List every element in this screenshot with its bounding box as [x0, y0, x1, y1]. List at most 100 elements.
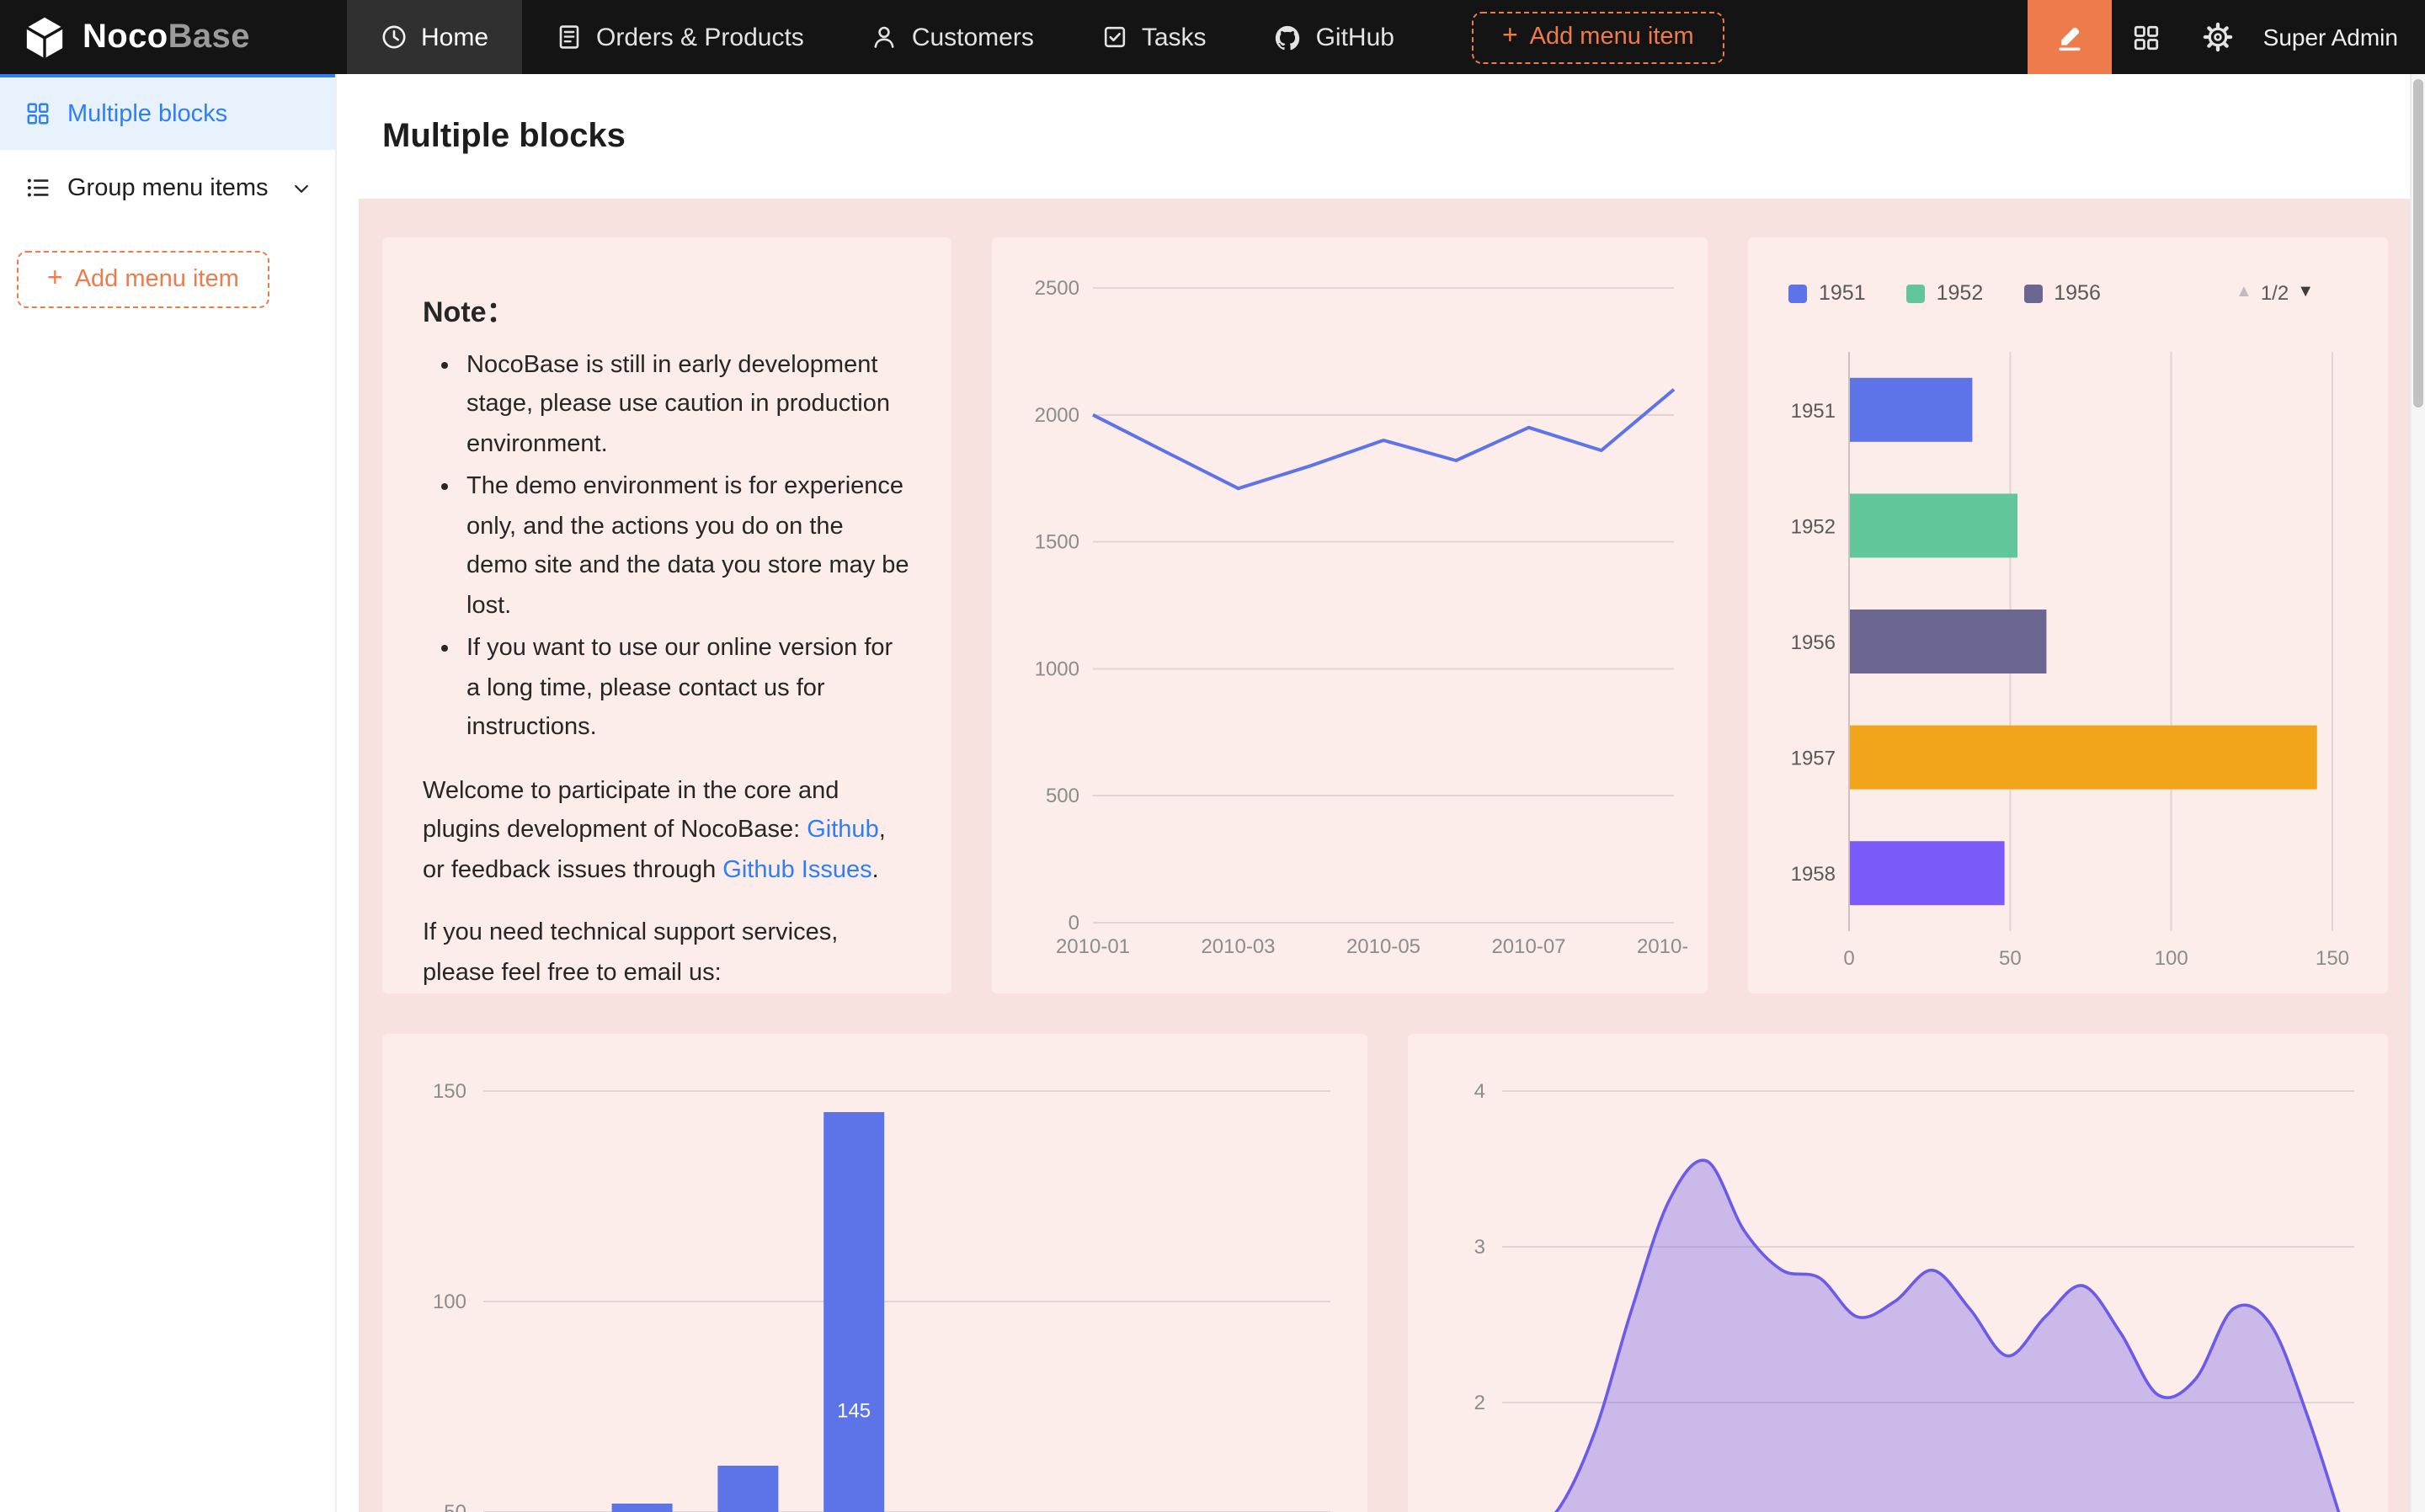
tick-label: 2500	[1035, 277, 1079, 300]
note-bullet: The demo environment is for experience o…	[466, 469, 911, 627]
bar	[612, 1504, 673, 1512]
hbar-legend-items: 1951 1952 1956	[1788, 281, 2101, 305]
area-fill	[1519, 1160, 2346, 1512]
tick-label: 2010-09	[1637, 935, 1687, 958]
sidebar-add-menu-item-button[interactable]: + Add menu item	[17, 251, 269, 308]
ui-editor-button[interactable]	[2028, 0, 2112, 74]
bar	[717, 1466, 778, 1512]
legend-item[interactable]: 1952	[1906, 281, 1984, 305]
add-menu-item-label: Add menu item	[75, 266, 239, 293]
appstore-grid-icon	[2133, 23, 2161, 51]
tick-label: 2010-05	[1346, 935, 1420, 958]
settings-button[interactable]	[2182, 0, 2253, 74]
tasks-check-icon	[1101, 24, 1128, 51]
orders-document-icon	[556, 24, 583, 51]
nav-item-customers[interactable]: Customers	[838, 0, 1068, 74]
nocobase-cube-icon	[22, 14, 67, 60]
tick-label: 1951	[1791, 400, 1836, 423]
legend-next-icon[interactable]: ▼	[2297, 285, 2314, 301]
area-chart: 1234	[1428, 1054, 2368, 1512]
sidebar-item-multiple-blocks[interactable]: Multiple blocks	[0, 74, 335, 150]
tick-label: 150	[433, 1080, 466, 1103]
note-body: NocoBase is still in early development s…	[382, 347, 951, 993]
user-menu[interactable]: Super Admin	[2253, 24, 2425, 51]
nocobase-app: NocoBase Home Orders & Products	[0, 0, 2425, 1512]
sidebar-item-label: Multiple blocks	[67, 100, 227, 127]
github-icon	[1274, 23, 1303, 51]
area-chart-card: 1234	[1408, 1034, 2388, 1512]
blocks-grid-icon	[25, 101, 51, 126]
tick-label: 1958	[1791, 863, 1836, 886]
bar	[1850, 378, 1972, 442]
tick-label: 100	[2155, 947, 2188, 970]
header-add-menu-item-button[interactable]: + Add menu item	[1472, 11, 1724, 63]
sidebar-item-group-menu-items[interactable]: Group menu items	[0, 150, 335, 226]
note-support-paragraph: If you need technical support services, …	[423, 915, 911, 993]
bar	[1850, 841, 2005, 905]
tick-label: 50	[1999, 947, 2022, 970]
chevron-down-icon	[292, 178, 312, 198]
page-scrollbar	[2410, 74, 2425, 1512]
bar	[1850, 493, 2017, 557]
nav-item-orders-products[interactable]: Orders & Products	[522, 0, 838, 74]
note-card: Note： NocoBase is still in early develop…	[382, 237, 951, 993]
tick-label: 2010-03	[1201, 935, 1275, 958]
line-chart-card: 050010001500200025002010-012010-032010-0…	[992, 237, 1708, 993]
github-issues-link[interactable]: Github Issues	[722, 857, 871, 884]
tick-label: 1957	[1791, 748, 1836, 770]
legend-item[interactable]: 1951	[1788, 281, 1866, 305]
legend-page-label: 1/2	[2261, 281, 2289, 305]
content-area: Note： NocoBase is still in early develop…	[359, 199, 2412, 1512]
nav-item-github[interactable]: GitHub	[1240, 0, 1428, 74]
nav-item-tasks[interactable]: Tasks	[1068, 0, 1240, 74]
tick-label: 1500	[1035, 531, 1079, 554]
legend-pager: ▲ 1/2 ▼	[2236, 281, 2314, 305]
bar	[1850, 610, 2046, 673]
home-icon	[381, 24, 408, 51]
legend-label: 1952	[1937, 281, 1984, 305]
tick-label: 2010-01	[1056, 935, 1130, 958]
line-chart: 050010001500200025002010-012010-032010-0…	[1012, 258, 1687, 973]
line-series	[1093, 390, 1674, 489]
tick-label: 1000	[1035, 658, 1079, 680]
tick-label: 2000	[1035, 404, 1079, 427]
page-header: Multiple blocks	[337, 74, 2425, 199]
page-title: Multiple blocks	[382, 117, 626, 156]
tick-label: 1956	[1791, 631, 1836, 654]
tick-label: 50	[444, 1501, 466, 1512]
highlighter-icon	[2053, 20, 2087, 54]
tick-label: 0	[1843, 947, 1854, 970]
nav-label: Home	[421, 23, 488, 51]
nav-label: Tasks	[1142, 23, 1207, 51]
hbar-chart: 05010015019511952195619571958	[1768, 338, 2368, 978]
legend-label: 1951	[1819, 281, 1866, 305]
logo[interactable]: NocoBase	[0, 14, 347, 60]
note-welcome-paragraph: Welcome to participate in the core and p…	[423, 773, 911, 892]
plus-icon: +	[1502, 24, 1518, 51]
sidebar: Multiple blocks Group menu items + Add m…	[0, 74, 337, 1512]
nav-item-home[interactable]: Home	[347, 0, 522, 74]
tick-label: 500	[1046, 785, 1079, 807]
main-nav: Home Orders & Products Customers	[347, 0, 1724, 74]
logo-text-bold: Noco	[83, 18, 168, 55]
bar-chart: 5010015019511952195319541955195619571958…	[402, 1054, 1347, 1512]
plugin-manager-button[interactable]	[2112, 0, 2182, 74]
tick-label: 145	[837, 1400, 871, 1423]
hbar-legend: 1951 1952 1956 ▲ 1/2 ▼	[1788, 281, 2314, 305]
bar-chart-card: 5010015019511952195319541955195619571958…	[382, 1034, 1367, 1512]
nav-label: Customers	[912, 23, 1034, 51]
scrollbar-thumb[interactable]	[2413, 79, 2423, 407]
header-right: Super Admin	[2028, 0, 2425, 74]
customers-user-icon	[871, 24, 898, 51]
note-title: Note：	[423, 288, 911, 330]
tick-label: 2010-07	[1491, 935, 1565, 958]
legend-item[interactable]: 1956	[2023, 281, 2101, 305]
list-icon	[25, 175, 51, 200]
tick-label: 2	[1474, 1392, 1485, 1414]
github-link[interactable]: Github	[807, 817, 878, 844]
legend-prev-icon[interactable]: ▲	[2236, 285, 2252, 301]
gear-icon	[2203, 22, 2233, 52]
legend-label: 1956	[2054, 281, 2101, 305]
logo-text: NocoBase	[83, 18, 250, 56]
tick-label: 100	[433, 1291, 466, 1313]
